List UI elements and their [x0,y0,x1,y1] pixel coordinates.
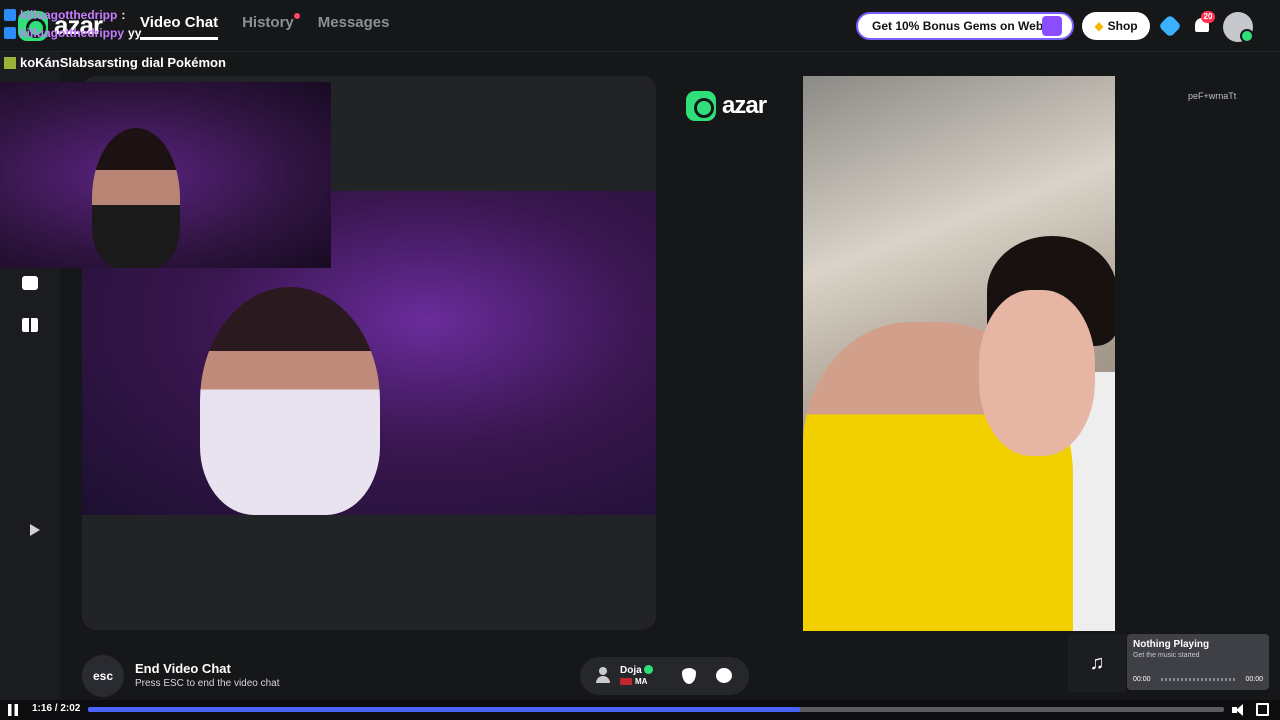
bonus-gems-button[interactable]: Get 10% Bonus Gems on Web! [856,12,1074,40]
seek-bar-fill [88,707,801,712]
self-person-silhouette [200,287,380,515]
azar-watermark: azar [686,91,767,121]
shop-button[interactable]: ◆ Shop [1082,12,1150,40]
streamer-webcam-overlay [0,82,331,268]
single-view-icon[interactable] [22,276,38,290]
chat-icon[interactable] [716,668,732,683]
bonus-gems-label: Get 10% Bonus Gems on Web! [872,19,1048,33]
music-button[interactable]: ♫ [1068,634,1126,692]
gem-icon: ◆ [1094,19,1104,33]
gift-icon [1042,16,1062,36]
chat-message: killuagotthedrippy yy [4,24,141,42]
peer-country-code: MA [635,677,648,686]
top-navigation: azar Video Chat History Messages Get 10%… [0,0,1280,52]
verified-icon [644,665,653,674]
fullscreen-icon[interactable] [1256,703,1269,716]
now-playing-subtitle: Get the music started [1133,652,1200,659]
music-note-icon: ♫ [1089,651,1105,674]
peer-name[interactable]: Doja [620,665,642,676]
shop-label: Shop [1107,19,1138,33]
now-playing-widget: Nothing Playing Get the music started 00… [1127,634,1269,690]
chat-username: killuagotthedripp [20,8,118,22]
tab-history-label: History [242,14,294,31]
azar-app: azar Video Chat History Messages Get 10%… [0,0,1280,720]
morocco-flag-icon [620,678,632,685]
peer-face [979,290,1095,456]
now-playing-end: 00:00 [1245,676,1263,683]
profile-avatar[interactable] [1223,12,1254,43]
video-player-bar: 1:16 / 2:02 [0,700,1280,720]
tab-history[interactable]: History [242,13,300,40]
end-video-chat-hint: Press ESC to end the video chat [135,678,280,689]
now-playing-title: Nothing Playing [1133,639,1210,650]
chat-badge-icon [4,9,16,21]
peer-session-id: peF+wrnaTt [1188,91,1237,101]
pause-icon[interactable] [8,704,18,716]
stream-caption: koKánSlabsarsting dial Pokémon [4,55,226,70]
caption-badge-icon [4,57,16,69]
chat-text: yy [128,26,142,40]
chat-username: killuagotthedrippy [20,26,125,40]
peer-info-bar: Doja MA [580,657,749,695]
tab-messages[interactable]: Messages [318,14,390,40]
chat-message: killuagotthedripp : [4,6,141,24]
report-icon[interactable] [682,668,696,684]
end-video-chat-button[interactable]: esc [82,655,124,697]
azar-watermark-text: azar [722,92,767,119]
user-icon [596,667,610,683]
seek-bar[interactable] [88,707,1224,712]
navigation-tabs: Video Chat History Messages [140,13,390,40]
now-playing-times: 00:00 00:00 [1133,676,1263,683]
end-video-chat-title: End Video Chat [135,661,231,676]
chat-badge-icon [4,27,16,39]
peer-country: MA [620,677,647,686]
peer-video-panel [803,76,1115,631]
tab-video-chat[interactable]: Video Chat [140,14,219,40]
notification-count-badge: 20 [1201,11,1215,23]
gems-balance-icon[interactable] [1158,14,1182,38]
chat-text: : [121,8,126,22]
streamer-silhouette [92,128,180,268]
playback-time: 1:16 / 2:02 [32,703,81,714]
volume-icon[interactable] [1232,704,1246,716]
stream-chat-overlay: killuagotthedripp : killuagotthedrippy y… [4,6,141,42]
caption-text: koKánSlabsarsting dial Pokémon [20,55,226,70]
mouse-cursor-icon [30,524,40,536]
history-notification-dot [293,13,300,19]
azar-watermark-icon [686,91,716,121]
now-playing-start: 00:00 [1133,676,1151,683]
split-view-icon[interactable] [22,318,38,332]
